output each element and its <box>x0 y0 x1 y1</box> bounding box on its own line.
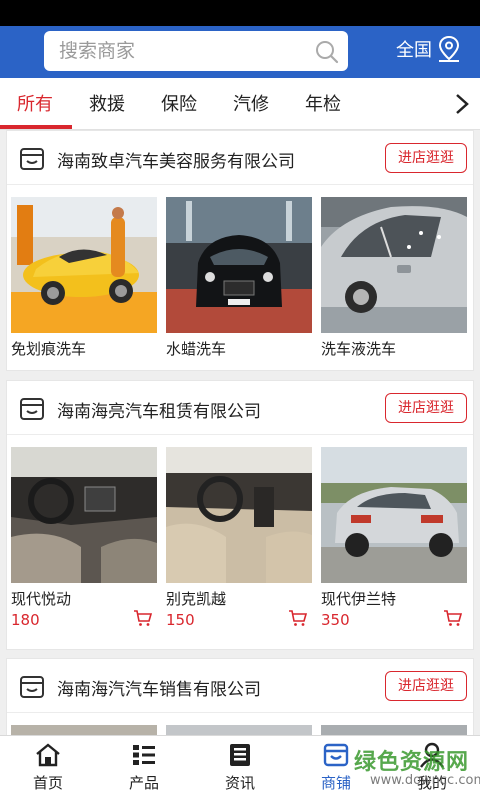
product-photo-black-car <box>166 197 312 333</box>
search-icon[interactable] <box>314 39 340 65</box>
tab-repair[interactable]: 汽修 <box>233 90 269 116</box>
product-item[interactable]: 别克凯越 150 <box>166 447 312 629</box>
visit-store-button[interactable]: 进店逛逛 <box>385 671 467 701</box>
store-card: 海南致卓汽车美容服务有限公司 进店逛逛 免划痕洗车 水蜡洗车 洗车液洗车 <box>6 130 474 371</box>
watermark-url: www.downcc.com <box>370 773 480 788</box>
shop-icon <box>20 398 44 420</box>
product-name: 洗车液洗车 <box>321 340 397 358</box>
visit-store-button[interactable]: 进店逛逛 <box>385 143 467 173</box>
search-input[interactable] <box>59 40 299 62</box>
product-item[interactable]: 水蜡洗车 <box>166 197 312 359</box>
product-name: 水蜡洗车 <box>166 340 227 358</box>
product-name: 现代伊兰特 <box>321 590 397 608</box>
store-header: 海南海汽汽车销售有限公司 进店逛逛 <box>7 659 473 713</box>
product-name: 现代悦动 <box>11 590 72 608</box>
product-item[interactable]: 现代伊兰特 350 <box>321 447 467 629</box>
tab-rescue[interactable]: 救援 <box>89 90 125 116</box>
chevron-right-icon[interactable] <box>450 90 474 118</box>
cart-icon[interactable] <box>133 609 153 627</box>
nav-products-label: 产品 <box>128 774 159 792</box>
shop-icon <box>20 148 44 170</box>
tab-all[interactable]: 所有 <box>17 90 53 116</box>
status-bar <box>0 0 480 26</box>
product-photo-beige-interior <box>166 447 312 583</box>
region-selector[interactable]: 全国 <box>396 35 462 63</box>
active-tab-indicator <box>0 125 72 129</box>
location-pin-icon <box>438 35 460 62</box>
store-card: 海南海亮汽车租赁有限公司 进店逛逛 现代悦动 180 别克凯越 150 现代伊兰… <box>6 380 474 650</box>
nav-news-label: 资讯 <box>224 774 255 792</box>
store-name[interactable]: 海南致卓汽车美容服务有限公司 <box>57 147 295 172</box>
store-name[interactable]: 海南海亮汽车租赁有限公司 <box>57 397 261 422</box>
product-photo-yellow-car <box>11 197 157 333</box>
visit-store-button[interactable]: 进店逛逛 <box>385 393 467 423</box>
region-label: 全国 <box>396 40 432 61</box>
store-header: 海南致卓汽车美容服务有限公司 进店逛逛 <box>7 131 473 185</box>
product-photo-dark-interior <box>11 447 157 583</box>
cart-icon[interactable] <box>443 609 463 627</box>
product-item[interactable]: 洗车液洗车 <box>321 197 467 359</box>
store-header: 海南海亮汽车租赁有限公司 进店逛逛 <box>7 381 473 435</box>
product-name: 免划痕洗车 <box>11 340 87 358</box>
cart-icon[interactable] <box>288 609 308 627</box>
nav-home-label: 首页 <box>32 774 63 792</box>
watermark-title: 绿色资源网 <box>354 750 470 775</box>
top-bar: 全国 <box>0 26 480 78</box>
category-tabs: 所有 救援 保险 汽修 年检 <box>0 78 480 130</box>
list-icon <box>133 745 155 765</box>
news-icon <box>230 744 250 766</box>
product-item[interactable]: 现代悦动 180 <box>11 447 157 629</box>
nav-products[interactable]: 产品 <box>96 742 192 793</box>
tab-inspection[interactable]: 年检 <box>305 90 341 116</box>
tab-insurance[interactable]: 保险 <box>161 90 197 116</box>
product-name: 别克凯越 <box>166 590 227 608</box>
home-icon <box>36 743 60 767</box>
nav-home[interactable]: 首页 <box>0 742 96 793</box>
product-item[interactable]: 免划痕洗车 <box>11 197 157 359</box>
shop-icon <box>20 676 44 698</box>
product-photo-silver-sedan <box>321 447 467 583</box>
product-photo-silver-car <box>321 197 467 333</box>
store-name[interactable]: 海南海汽汽车销售有限公司 <box>57 675 261 700</box>
nav-news[interactable]: 资讯 <box>192 742 288 793</box>
store-card: 海南海汽汽车销售有限公司 进店逛逛 <box>6 658 474 737</box>
search-box[interactable] <box>44 31 348 71</box>
watermark: 绿色资源网 www.downcc.com <box>324 744 480 794</box>
